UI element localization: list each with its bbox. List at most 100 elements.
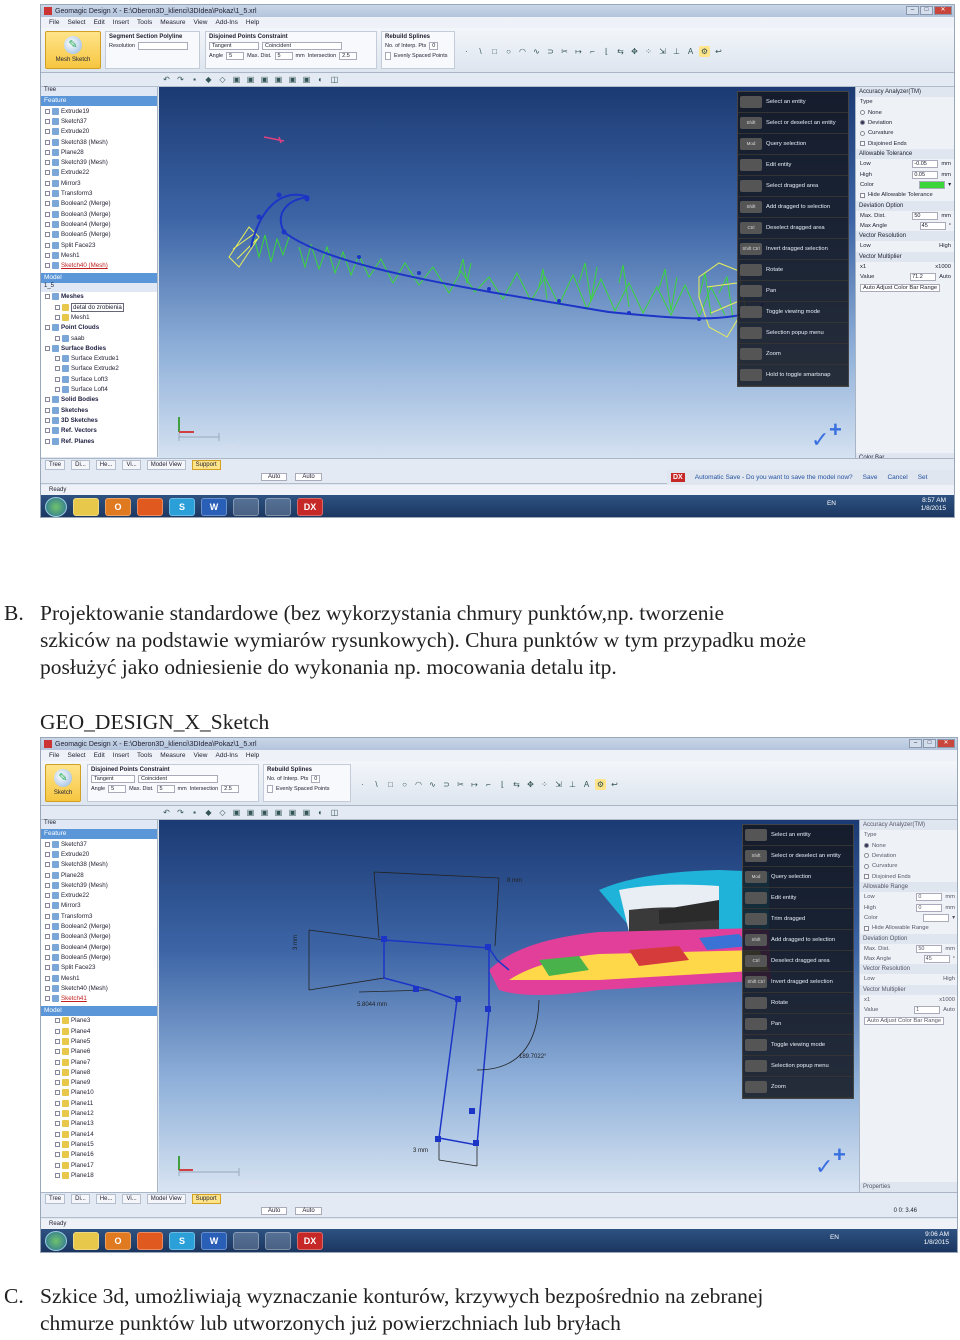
tree-item[interactable]: Mesh1 [41, 973, 157, 983]
auto-adjust-button[interactable]: Auto Adjust Color Bar Range [856, 282, 954, 292]
tangent-dropdown[interactable]: Tangent [209, 42, 259, 50]
fillet-tool-icon[interactable]: ⌐ [587, 46, 598, 57]
language-indicator[interactable]: EN [827, 500, 836, 508]
tree-item[interactable]: Surface Bodies [41, 343, 157, 353]
circle-tool-icon[interactable]: ○ [503, 46, 514, 57]
menu-file[interactable]: File [49, 19, 59, 26]
point-tool-icon[interactable]: · [461, 46, 472, 57]
tree-item[interactable]: 3D Sketches [41, 415, 157, 425]
tab-view[interactable]: Vi... [122, 1193, 141, 1204]
tree-item[interactable]: Solid Bodies [41, 395, 157, 405]
hide-allowable-checkbox[interactable]: Hide Allowable Tolerance [856, 190, 954, 200]
tree-item[interactable]: Surface Loft4 [41, 384, 157, 394]
auto-dropdown-2[interactable]: Auto [295, 1206, 322, 1215]
spline-tool-icon[interactable]: ∿ [531, 46, 542, 57]
smart-dimension-icon[interactable]: ⇲ [657, 46, 668, 57]
view-right-icon[interactable]: ▣ [287, 74, 298, 85]
nav-item[interactable]: Toggle viewing mode [743, 1035, 853, 1056]
tree-item[interactable]: Boolean2 (Merge) [41, 921, 157, 931]
value-field[interactable]: 71.2 [910, 273, 937, 282]
offset-tool-icon[interactable]: ⊃ [441, 779, 452, 790]
menu-measure[interactable]: Measure [160, 752, 185, 759]
max-dist-input[interactable]: 5 [274, 52, 293, 60]
close-button[interactable]: ✕ [937, 739, 955, 748]
chamfer-tool-icon[interactable]: ⌊ [497, 779, 508, 790]
tree-item-selected[interactable]: Sketch40 (Mesh) [41, 260, 157, 270]
menu-tools[interactable]: Tools [137, 752, 152, 759]
type-deviation-radio[interactable]: Deviation [856, 118, 954, 128]
minimize-button[interactable]: – [909, 739, 922, 748]
tree-item[interactable]: Plane5 [41, 1036, 157, 1046]
close-button[interactable]: ✕ [934, 6, 952, 15]
pattern-tool-icon[interactable]: ⁘ [539, 779, 550, 790]
taskbar-skype[interactable]: S [169, 1232, 195, 1250]
nav-item[interactable]: Ctrl Deselect dragged area [743, 951, 853, 972]
save-icon[interactable]: ▪ [189, 74, 200, 85]
rectangle-tool-icon[interactable]: □ [385, 779, 396, 790]
taskbar-word[interactable]: W [201, 498, 227, 516]
tree-item[interactable]: Sketches [41, 405, 157, 415]
tree-item[interactable]: Point Clouds [41, 323, 157, 333]
move-tool-icon[interactable]: ✥ [629, 46, 640, 57]
add-plus-icon[interactable]: + [829, 417, 842, 443]
tree-item[interactable]: Plane10 [41, 1088, 157, 1098]
interp-points-input[interactable]: 0 [429, 42, 439, 50]
tree-item[interactable]: Plane11 [41, 1098, 157, 1108]
value-field[interactable]: 1 [914, 1006, 941, 1015]
tree-item[interactable]: Mirror3 [41, 901, 157, 911]
nav-item[interactable]: Selection popup menu [738, 323, 848, 344]
max-dist-field[interactable]: 50 [912, 211, 939, 220]
auto-adjust-button[interactable]: Auto Adjust Color Bar Range [860, 1015, 957, 1025]
nav-item[interactable]: Hold to toggle smartsnap [738, 365, 848, 386]
max-angle-field[interactable]: 45 [923, 955, 950, 964]
tree-item[interactable]: Surface Extrude2 [41, 364, 157, 374]
ok-check-icon[interactable]: ✓ [811, 427, 829, 453]
menu-view[interactable]: View [194, 752, 208, 759]
minimize-button[interactable]: – [906, 6, 919, 15]
menu-insert[interactable]: Insert [113, 19, 129, 26]
tree-item[interactable]: Plane28 [41, 147, 157, 157]
tree-item[interactable]: Mirror3 [41, 178, 157, 188]
constraint-icon[interactable]: ⊥ [671, 46, 682, 57]
line-tool-icon[interactable]: \ [475, 46, 486, 57]
disjoined-ends-checkbox[interactable]: Disjoined Ends [856, 139, 954, 149]
taskbar-explorer[interactable] [73, 498, 99, 516]
autosave-set-link[interactable]: Set [918, 474, 928, 481]
tree-item[interactable]: Plane3 [41, 1016, 157, 1026]
tree-item[interactable]: Split Face23 [41, 963, 157, 973]
autosave-cancel-link[interactable]: Cancel [887, 474, 907, 481]
trim-tool-icon[interactable]: ✂ [559, 46, 570, 57]
view-back-icon[interactable]: ▣ [245, 807, 256, 818]
tab-display[interactable]: Di... [71, 459, 90, 470]
menu-file[interactable]: File [49, 752, 59, 759]
nav-item[interactable]: Pan [743, 1014, 853, 1035]
tree-item[interactable]: Sketch38 (Mesh) [41, 860, 157, 870]
tab-model-view[interactable]: Model View [146, 1193, 186, 1204]
tree-item[interactable]: Plane16 [41, 1150, 157, 1160]
exit-sketch-icon[interactable]: ↩ [713, 46, 724, 57]
taskbar-app[interactable] [233, 498, 259, 516]
tree-item[interactable]: Boolean4 (Merge) [41, 219, 157, 229]
resolution-slider[interactable] [138, 42, 188, 50]
tree-item[interactable]: Plane8 [41, 1067, 157, 1077]
taskbar-app[interactable] [265, 498, 291, 516]
extend-tool-icon[interactable]: ↦ [573, 46, 584, 57]
menu-insert[interactable]: Insert [113, 752, 129, 759]
nav-item[interactable]: Selection popup menu [743, 1056, 853, 1077]
tree-item[interactable]: Plane6 [41, 1047, 157, 1057]
nav-item[interactable]: Shift Select or deselect an entity [743, 846, 853, 867]
tree-item[interactable]: saab [41, 333, 157, 343]
nav-item[interactable]: Select dragged area [738, 176, 848, 197]
nav-item[interactable]: Edit entity [743, 888, 853, 909]
settings-icon[interactable]: ⚙ [595, 779, 606, 790]
nav-item[interactable]: Select an entity [738, 92, 848, 113]
tree-item[interactable]: Boolean5 (Merge) [41, 230, 157, 240]
shade-icon[interactable]: ◐ [315, 74, 326, 85]
angle-input[interactable]: 5 [226, 52, 245, 60]
tree-item[interactable]: Extrude22 [41, 890, 157, 900]
tree-item[interactable]: Sketch39 (Mesh) [41, 157, 157, 167]
view-iso-icon[interactable]: ▣ [301, 74, 312, 85]
tab-display[interactable]: Di... [71, 1193, 90, 1204]
taskbar-office[interactable]: O [105, 1232, 131, 1250]
tree-item[interactable]: Surface Loft3 [41, 374, 157, 384]
